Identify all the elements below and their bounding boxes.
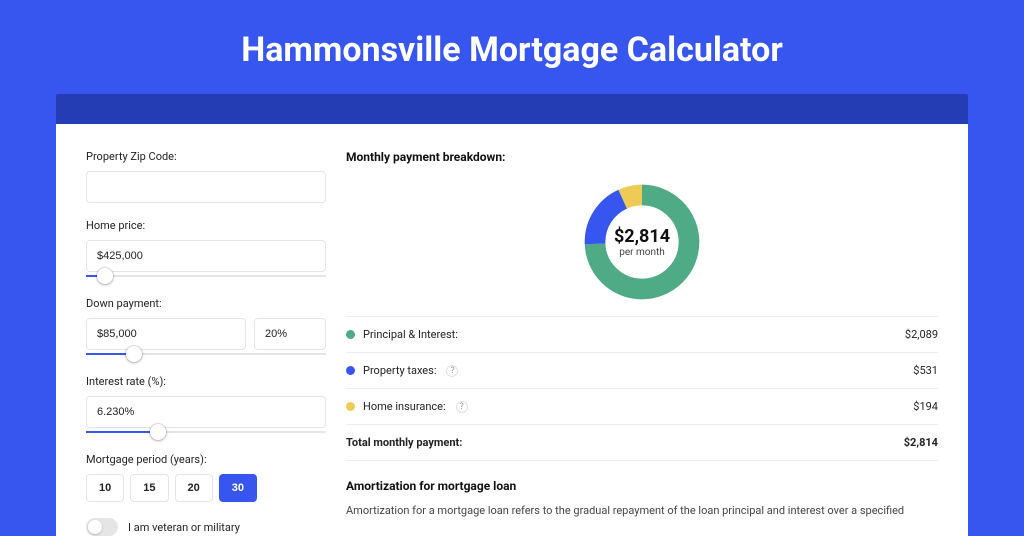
breakdown-title: Monthly payment breakdown: [346,150,938,164]
legend-dot-icon [346,330,355,339]
page-title: Hammonsville Mortgage Calculator [56,30,968,70]
breakdown-legend: Principal & Interest: $2,089 Property taxe… [346,316,938,461]
period-option-10[interactable]: 10 [86,474,124,502]
interest-slider-thumb[interactable] [150,424,166,440]
home-price-slider[interactable] [86,271,326,281]
breakdown-panel: Monthly payment breakdown: $2,814 per mo… [346,150,938,536]
period-segmented: 10152030 [86,474,326,502]
down-payment-input[interactable] [86,318,246,350]
donut-center-sub: per month [619,247,665,258]
veteran-label: I am veteran or military [128,521,240,534]
zip-label: Property Zip Code: [86,150,326,163]
help-icon[interactable]: ? [456,401,468,413]
down-payment-pct-input[interactable] [254,318,326,350]
legend-label: Property taxes: [363,364,436,377]
home-price-slider-thumb[interactable] [97,268,113,284]
period-option-15[interactable]: 15 [130,474,168,502]
legend-total-value: $2,814 [904,436,938,449]
amortization-title: Amortization for mortgage loan [346,479,938,493]
down-payment-label: Down payment: [86,297,326,310]
legend-value: $2,089 [905,328,938,341]
donut-center-value: $2,814 [614,226,670,247]
legend-row: Principal & Interest: $2,089 [346,317,938,353]
legend-label: Principal & Interest: [363,328,458,341]
home-price-input[interactable] [86,240,326,272]
home-price-label: Home price: [86,219,326,232]
legend-row: Property taxes:? $531 [346,353,938,389]
breakdown-donut-chart: $2,814 per month [580,180,704,304]
veteran-toggle[interactable] [86,518,118,536]
interest-slider[interactable] [86,427,326,437]
legend-row: Home insurance:? $194 [346,389,938,425]
interest-input[interactable] [86,396,326,428]
legend-value: $194 [913,400,938,413]
calculator-card: Property Zip Code: Home price: Down paym… [56,124,968,536]
period-option-30[interactable]: 30 [219,474,257,502]
amortization-text: Amortization for a mortgage loan refers … [346,503,938,520]
help-icon[interactable]: ? [446,365,458,377]
down-payment-slider[interactable] [86,349,326,359]
form-panel: Property Zip Code: Home price: Down paym… [86,150,326,536]
period-label: Mortgage period (years): [86,453,326,466]
interest-slider-fill [86,431,158,433]
legend-dot-icon [346,402,355,411]
interest-label: Interest rate (%): [86,375,326,388]
legend-dot-icon [346,366,355,375]
amortization-section: Amortization for mortgage loan Amortizat… [346,479,938,520]
legend-label: Home insurance: [363,400,446,413]
period-option-20[interactable]: 20 [175,474,213,502]
zip-input[interactable] [86,171,326,203]
window-bar [56,94,968,124]
legend-total-label: Total monthly payment: [346,436,462,449]
legend-total-row: Total monthly payment: $2,814 [346,425,938,461]
down-payment-slider-thumb[interactable] [126,346,142,362]
legend-value: $531 [913,364,938,377]
